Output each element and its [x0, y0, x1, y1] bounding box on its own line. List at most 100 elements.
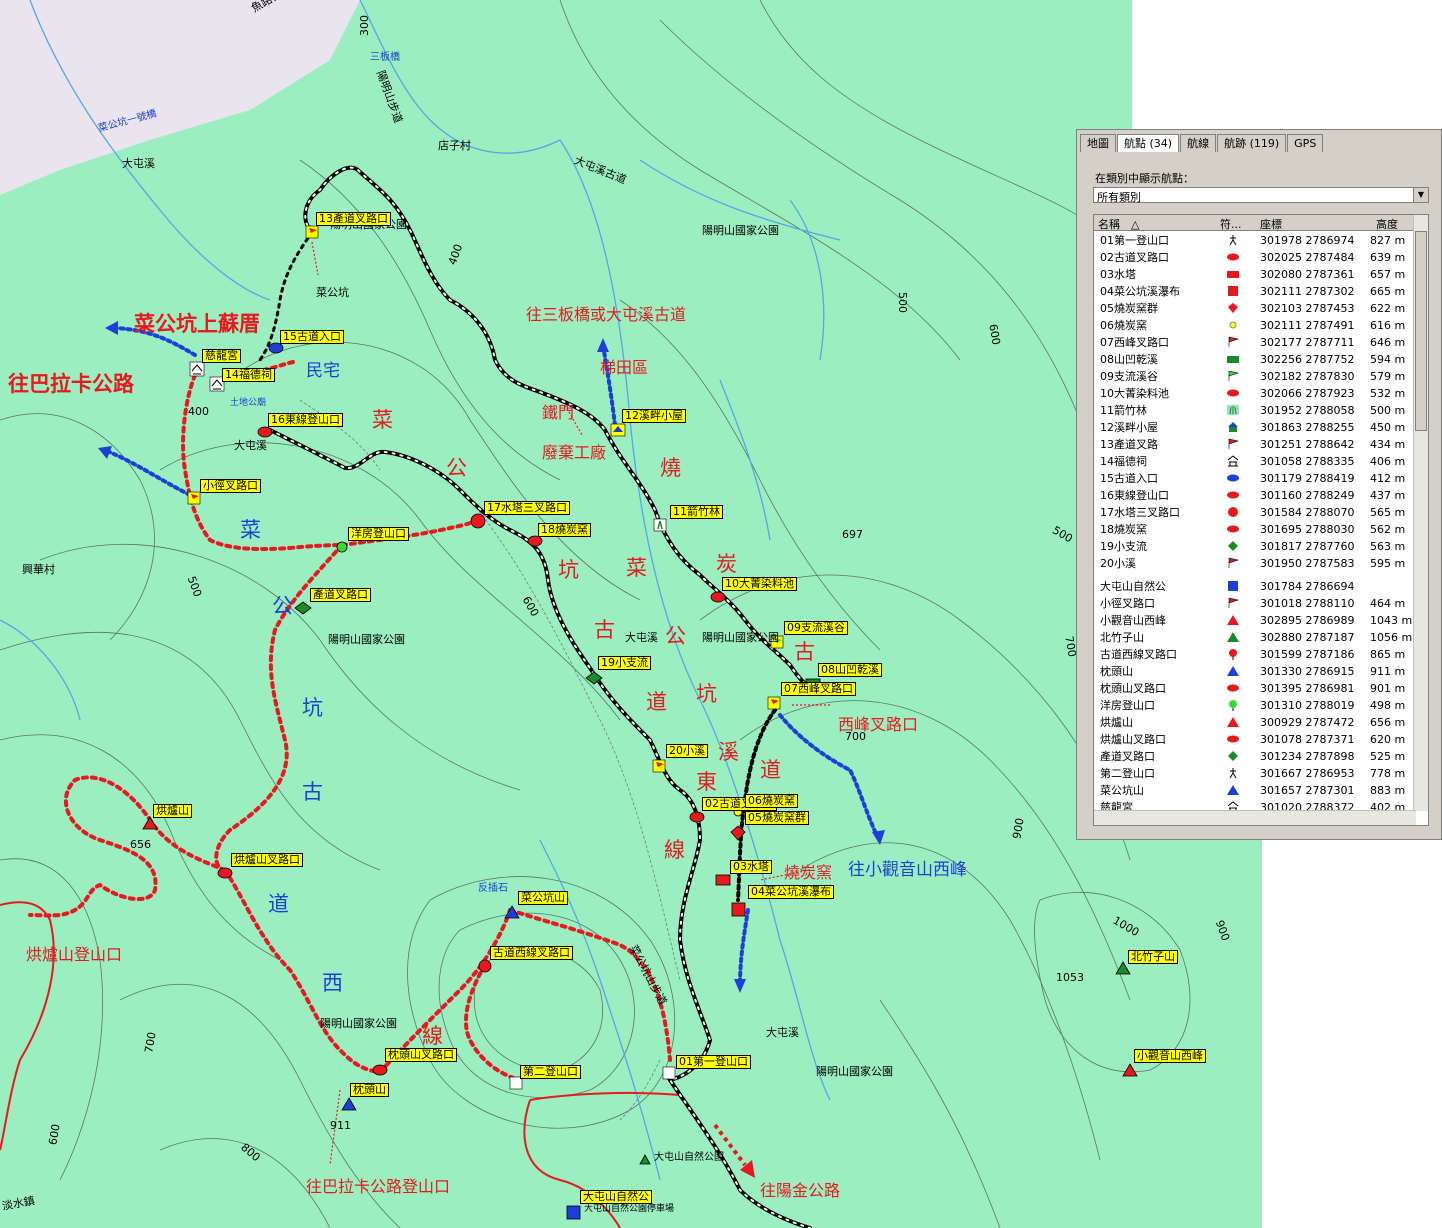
tab-routes[interactable]: 航線	[1180, 134, 1217, 152]
green-diamond-icon	[1226, 750, 1240, 762]
tab-tracks[interactable]: 航跡 (119)	[1217, 134, 1287, 152]
waypoint-label[interactable]: 第二登山口	[520, 1065, 581, 1079]
list-item[interactable]: 08山凹乾溪 302256 2787752 594 m	[1100, 351, 1414, 368]
waypoint-name: 02古道叉路口	[1100, 251, 1169, 264]
waypoint-label[interactable]: 慈龍宮	[202, 349, 241, 363]
waypoint-label[interactable]: 古道西線叉路口	[490, 946, 573, 960]
list-item[interactable]: 07西峰叉路口 302177 2787711 646 m	[1100, 334, 1414, 351]
list-item[interactable]: 14福德祠 301058 2788335 406 m	[1100, 453, 1414, 470]
list-item[interactable]: 12溪畔小屋 301863 2788255 450 m	[1100, 419, 1414, 436]
waypoint-label[interactable]: 菜公坑山	[518, 891, 568, 905]
waypoint-label[interactable]: 14福德祠	[222, 368, 275, 382]
waypoint-label[interactable]: 09支流溪谷	[784, 621, 848, 635]
waypoint-alt: 565 m	[1370, 506, 1406, 519]
list-item[interactable]: 04菜公坑溪瀑布 302111 2787302 665 m	[1100, 283, 1414, 300]
waypoint-label[interactable]: 11箭竹林	[670, 505, 723, 519]
list-item[interactable]: 第二登山口 301667 2786953 778 m	[1100, 765, 1414, 782]
list-item[interactable]: 小徑叉路口 301018 2788110 464 m	[1100, 595, 1414, 612]
waypoint-name: 10大菁染料池	[1100, 387, 1169, 400]
list-item[interactable]: 枕頭山叉路口 301395 2786981 901 m	[1100, 680, 1414, 697]
column-header-alt[interactable]: 高度	[1376, 216, 1398, 232]
column-header-coord[interactable]: 座標	[1260, 216, 1282, 232]
waypoint-label[interactable]: 10大菁染料池	[722, 577, 797, 591]
column-header-name[interactable]: 名稱 △	[1098, 216, 1139, 232]
waypoint-label[interactable]: 12溪畔小屋	[622, 409, 686, 423]
list-item[interactable]: 菜公坑山 301657 2787301 883 m	[1100, 782, 1414, 799]
waypoint-label[interactable]: 枕頭山	[350, 1083, 389, 1097]
list-item[interactable]: 09支流溪谷 302182 2787830 579 m	[1100, 368, 1414, 385]
waypoint-label[interactable]: 03水塔	[730, 860, 772, 874]
waypoint-label[interactable]: 大屯山自然公	[580, 1190, 652, 1204]
note-to-yangjin: 往陽金公路	[760, 1181, 841, 1200]
list-item[interactable]: 05燒炭窯群 302103 2787453 622 m	[1100, 300, 1414, 317]
list-item[interactable]: 枕頭山 301330 2786915 911 m	[1100, 663, 1414, 680]
list-item[interactable]: 洋房登山口 301310 2788019 498 m	[1100, 697, 1414, 714]
waypoint-label[interactable]: 18燒炭窯	[538, 523, 591, 537]
list-item[interactable]: 06燒炭窯 302111 2787491 616 m	[1100, 317, 1414, 334]
list-item[interactable]: 15古道入口 301179 2788419 412 m	[1100, 470, 1414, 487]
tab-waypoints[interactable]: 航點 (34)	[1117, 134, 1180, 152]
trail-char: 古	[594, 618, 615, 642]
list-item[interactable]: 13產道叉路 301251 2788642 434 m	[1100, 436, 1414, 453]
list-item[interactable]: 古道西線叉路口 301599 2787186 865 m	[1100, 646, 1414, 663]
waypoint-name: 北竹子山	[1100, 631, 1144, 644]
column-header-symbol[interactable]: 符...	[1220, 216, 1242, 232]
list-item[interactable]: 19小支流 301817 2787760 563 m	[1100, 538, 1414, 555]
waypoint-label[interactable]: 01第一登山口	[676, 1055, 751, 1069]
list-item[interactable]: 小觀音山西峰 302895 2786989 1043 m	[1100, 612, 1414, 629]
waypoint-label[interactable]: 19小支流	[598, 656, 651, 670]
list-item[interactable]: 17水塔三叉路口 301584 2788070 565 m	[1100, 504, 1414, 521]
list-item[interactable]: 大屯山自然公 301784 2786694	[1100, 578, 1414, 595]
waypoint-label[interactable]: 04菜公坑溪瀑布	[748, 885, 834, 899]
waypoint-rows: 01第一登山口 301978 2786974 827 m 02古道叉路口 302025 …	[1100, 232, 1414, 816]
list-item[interactable]: 產道叉路口 301234 2787898 525 m	[1100, 748, 1414, 765]
list-item[interactable]: 16東線登山口 301160 2788249 437 m	[1100, 487, 1414, 504]
chevron-down-icon[interactable]: ▼	[1413, 188, 1428, 202]
waypoint-label[interactable]: 小徑叉路口	[200, 479, 261, 493]
category-select[interactable]: 所有類別 ▼	[1093, 187, 1429, 204]
list-item[interactable]: 01第一登山口 301978 2786974 827 m	[1100, 232, 1414, 249]
waypoint-label[interactable]: 小觀音山西峰	[1134, 1049, 1206, 1063]
scroll-thumb[interactable]	[1415, 231, 1427, 431]
waypoint-label[interactable]: 20小溪	[666, 744, 708, 758]
tab-gps[interactable]: GPS	[1287, 134, 1324, 152]
waypoint-label[interactable]: 16東線登山口	[268, 413, 343, 427]
waypoint-label[interactable]: 枕頭山叉路口	[385, 1048, 457, 1062]
list-item[interactable]: 02古道叉路口 302025 2787484 639 m	[1100, 249, 1414, 266]
waypoint-label[interactable]: 08山凹乾溪	[818, 663, 882, 677]
waypoint-label[interactable]: 06燒炭窯	[745, 794, 798, 808]
waypoint-label[interactable]: 烘爐山叉路口	[231, 853, 303, 867]
list-item[interactable]: 20小溪 301950 2787583 595 m	[1100, 555, 1414, 572]
trail-char: 溪	[718, 740, 739, 764]
list-item[interactable]: 18燒炭窯 301695 2788030 562 m	[1100, 521, 1414, 538]
waypoint-label[interactable]: 洋房登山口	[348, 527, 409, 541]
waypoint-label[interactable]: 產道叉路口	[310, 588, 371, 602]
list-item[interactable]: 11箭竹林 301952 2788058 500 m	[1100, 402, 1414, 419]
list-item[interactable]: 03水塔 302080 2787361 657 m	[1100, 266, 1414, 283]
tab-map[interactable]: 地圖	[1080, 134, 1116, 152]
waypoint-label[interactable]: 17水塔三叉路口	[484, 501, 570, 515]
waypoint-coord: 302103 2787453	[1260, 302, 1355, 315]
waypoint-label[interactable]: 烘爐山	[153, 804, 192, 818]
list-item[interactable]: 10大菁染料池 302066 2787923 532 m	[1100, 385, 1414, 402]
horizontal-scrollbar[interactable]	[1094, 810, 1416, 825]
waypoint-label[interactable]: 15古道入口	[280, 330, 344, 344]
waypoint-label[interactable]: 07西峰叉路口	[781, 682, 856, 696]
waypoint-alt: 827 m	[1370, 234, 1406, 247]
waypoint-coord: 301863 2788255	[1260, 421, 1355, 434]
waypoint-coord: 301058 2788335	[1260, 455, 1355, 468]
vertical-scrollbar[interactable]	[1413, 215, 1428, 811]
waypoint-coord: 301952 2788058	[1260, 404, 1355, 417]
waypoint-alt: 434 m	[1370, 438, 1406, 451]
topo-map[interactable]: 300 陽明山步道 大屯溪古道 魚路古道 菜公坑一號橋 三板橋 菜公坑山步道 店…	[0, 0, 1262, 1228]
waypoint-coord: 301160 2788249	[1260, 489, 1355, 502]
trail-char: 公	[665, 624, 686, 648]
list-item[interactable]: 北竹子山 302880 2787187 1056 m	[1100, 629, 1414, 646]
waypoint-label[interactable]: 13產道叉路口	[316, 212, 391, 226]
waypoint-alt: 579 m	[1370, 370, 1406, 383]
list-item[interactable]: 烘爐山叉路口 301078 2787371 620 m	[1100, 731, 1414, 748]
list-item[interactable]: 烘爐山 300929 2787472 656 m	[1100, 714, 1414, 731]
waypoint-list[interactable]: 名稱 △ 符... 座標 高度 01第一登山口 301978 2786974 827…	[1093, 214, 1429, 826]
waypoint-label[interactable]: 北竹子山	[1128, 950, 1178, 964]
waypoint-label[interactable]: 05燒炭窯群	[745, 811, 809, 825]
